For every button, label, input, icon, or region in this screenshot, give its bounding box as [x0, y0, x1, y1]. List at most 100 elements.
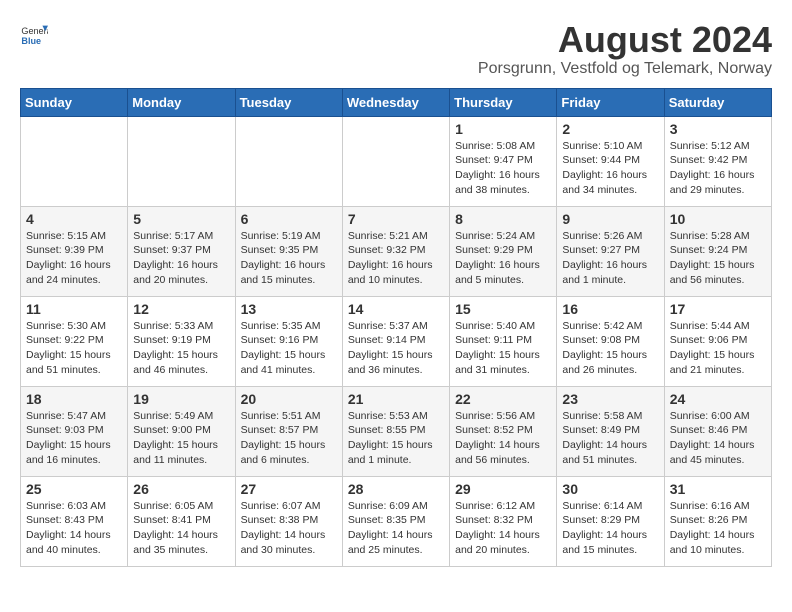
day-info: Sunrise: 5:33 AMSunset: 9:19 PMDaylight:… — [133, 319, 229, 378]
day-info: Sunrise: 5:42 AMSunset: 9:08 PMDaylight:… — [562, 319, 658, 378]
calendar-cell: 4 Sunrise: 5:15 AMSunset: 9:39 PMDaylight… — [21, 206, 128, 296]
header-row: Sunday Monday Tuesday Wednesday Thursday… — [21, 88, 772, 116]
day-number: 30 — [562, 481, 658, 497]
day-info: Sunrise: 6:14 AMSunset: 8:29 PMDaylight:… — [562, 499, 658, 558]
header-saturday: Saturday — [664, 88, 771, 116]
calendar-cell: 8 Sunrise: 5:24 AMSunset: 9:29 PMDaylight… — [450, 206, 557, 296]
calendar-cell: 29 Sunrise: 6:12 AMSunset: 8:32 PMDayligh… — [450, 476, 557, 566]
calendar-cell: 16 Sunrise: 5:42 AMSunset: 9:08 PMDayligh… — [557, 296, 664, 386]
day-number: 1 — [455, 121, 551, 137]
header-sunday: Sunday — [21, 88, 128, 116]
calendar-cell: 28 Sunrise: 6:09 AMSunset: 8:35 PMDayligh… — [342, 476, 449, 566]
day-number: 16 — [562, 301, 658, 317]
calendar-cell: 17Sunrise: 5:44 AMSunset: 9:06 PMDayligh… — [664, 296, 771, 386]
day-info: Sunrise: 5:53 AMSunset: 8:55 PMDaylight:… — [348, 409, 444, 468]
day-number: 24 — [670, 391, 766, 407]
calendar-cell: 7Sunrise: 5:21 AMSunset: 9:32 PMDaylight… — [342, 206, 449, 296]
calendar-week-2: 4 Sunrise: 5:15 AMSunset: 9:39 PMDaylight… — [21, 206, 772, 296]
calendar-title: August 2024 — [478, 20, 772, 60]
calendar-cell: 13Sunrise: 5:35 AMSunset: 9:16 PMDayligh… — [235, 296, 342, 386]
day-number: 11 — [26, 301, 122, 317]
calendar-cell: 15 Sunrise: 5:40 AMSunset: 9:11 PMDayligh… — [450, 296, 557, 386]
calendar-cell — [128, 116, 235, 206]
calendar-week-4: 18Sunrise: 5:47 AMSunset: 9:03 PMDayligh… — [21, 386, 772, 476]
day-number: 17 — [670, 301, 766, 317]
header: General Blue August 2024 Porsgrunn, Vest… — [20, 20, 772, 78]
day-number: 22 — [455, 391, 551, 407]
day-info: Sunrise: 5:21 AMSunset: 9:32 PMDaylight:… — [348, 229, 444, 288]
day-info: Sunrise: 5:40 AMSunset: 9:11 PMDaylight:… — [455, 319, 551, 378]
day-info: Sunrise: 5:30 AMSunset: 9:22 PMDaylight:… — [26, 319, 122, 378]
day-info: Sunrise: 6:05 AMSunset: 8:41 PMDaylight:… — [133, 499, 229, 558]
calendar-cell: 3 Sunrise: 5:12 AMSunset: 9:42 PMDaylight… — [664, 116, 771, 206]
day-number: 21 — [348, 391, 444, 407]
header-thursday: Thursday — [450, 88, 557, 116]
day-number: 29 — [455, 481, 551, 497]
day-info: Sunrise: 5:47 AMSunset: 9:03 PMDaylight:… — [26, 409, 122, 468]
day-number: 28 — [348, 481, 444, 497]
calendar-cell: 19 Sunrise: 5:49 AMSunset: 9:00 PMDayligh… — [128, 386, 235, 476]
day-info: Sunrise: 5:28 AMSunset: 9:24 PMDaylight:… — [670, 229, 766, 288]
day-info: Sunrise: 5:10 AMSunset: 9:44 PMDaylight:… — [562, 139, 658, 198]
calendar-cell: 5 Sunrise: 5:17 AMSunset: 9:37 PMDaylight… — [128, 206, 235, 296]
day-info: Sunrise: 5:49 AMSunset: 9:00 PMDaylight:… — [133, 409, 229, 468]
calendar-cell — [342, 116, 449, 206]
day-info: Sunrise: 5:08 AMSunset: 9:47 PMDaylight:… — [455, 139, 551, 198]
day-info: Sunrise: 6:00 AMSunset: 8:46 PMDaylight:… — [670, 409, 766, 468]
calendar-cell: 25 Sunrise: 6:03 AMSunset: 8:43 PMDayligh… — [21, 476, 128, 566]
day-number: 9 — [562, 211, 658, 227]
calendar-cell: 26 Sunrise: 6:05 AMSunset: 8:41 PMDayligh… — [128, 476, 235, 566]
calendar-cell: 14 Sunrise: 5:37 AMSunset: 9:14 PMDayligh… — [342, 296, 449, 386]
day-info: Sunrise: 5:17 AMSunset: 9:37 PMDaylight:… — [133, 229, 229, 288]
day-number: 26 — [133, 481, 229, 497]
day-number: 20 — [241, 391, 337, 407]
day-info: Sunrise: 6:03 AMSunset: 8:43 PMDaylight:… — [26, 499, 122, 558]
day-info: Sunrise: 5:56 AMSunset: 8:52 PMDaylight:… — [455, 409, 551, 468]
day-number: 10 — [670, 211, 766, 227]
calendar-cell: 6Sunrise: 5:19 AMSunset: 9:35 PMDaylight… — [235, 206, 342, 296]
day-number: 8 — [455, 211, 551, 227]
calendar-cell — [21, 116, 128, 206]
calendar-cell: 20 Sunrise: 5:51 AMSunset: 8:57 PMDayligh… — [235, 386, 342, 476]
day-info: Sunrise: 5:24 AMSunset: 9:29 PMDaylight:… — [455, 229, 551, 288]
day-info: Sunrise: 5:26 AMSunset: 9:27 PMDaylight:… — [562, 229, 658, 288]
calendar-cell: 9 Sunrise: 5:26 AMSunset: 9:27 PMDaylight… — [557, 206, 664, 296]
calendar-cell: 30 Sunrise: 6:14 AMSunset: 8:29 PMDayligh… — [557, 476, 664, 566]
calendar-cell: 12 Sunrise: 5:33 AMSunset: 9:19 PMDayligh… — [128, 296, 235, 386]
logo: General Blue — [20, 20, 48, 48]
day-number: 12 — [133, 301, 229, 317]
day-info: Sunrise: 5:19 AMSunset: 9:35 PMDaylight:… — [241, 229, 337, 288]
day-info: Sunrise: 5:51 AMSunset: 8:57 PMDaylight:… — [241, 409, 337, 468]
day-info: Sunrise: 5:12 AMSunset: 9:42 PMDaylight:… — [670, 139, 766, 198]
day-number: 25 — [26, 481, 122, 497]
day-number: 3 — [670, 121, 766, 137]
day-number: 2 — [562, 121, 658, 137]
day-info: Sunrise: 6:07 AMSunset: 8:38 PMDaylight:… — [241, 499, 337, 558]
calendar-week-5: 25 Sunrise: 6:03 AMSunset: 8:43 PMDayligh… — [21, 476, 772, 566]
calendar-cell: 31 Sunrise: 6:16 AMSunset: 8:26 PMDayligh… — [664, 476, 771, 566]
day-info: Sunrise: 6:09 AMSunset: 8:35 PMDaylight:… — [348, 499, 444, 558]
day-number: 14 — [348, 301, 444, 317]
day-number: 27 — [241, 481, 337, 497]
header-tuesday: Tuesday — [235, 88, 342, 116]
day-info: Sunrise: 5:37 AMSunset: 9:14 PMDaylight:… — [348, 319, 444, 378]
day-number: 23 — [562, 391, 658, 407]
day-number: 4 — [26, 211, 122, 227]
calendar-cell: 11 Sunrise: 5:30 AMSunset: 9:22 PMDayligh… — [21, 296, 128, 386]
day-number: 15 — [455, 301, 551, 317]
calendar-cell: 2 Sunrise: 5:10 AMSunset: 9:44 PMDaylight… — [557, 116, 664, 206]
header-monday: Monday — [128, 88, 235, 116]
day-info: Sunrise: 5:35 AMSunset: 9:16 PMDaylight:… — [241, 319, 337, 378]
calendar-cell — [235, 116, 342, 206]
day-number: 31 — [670, 481, 766, 497]
day-number: 5 — [133, 211, 229, 227]
header-friday: Friday — [557, 88, 664, 116]
day-info: Sunrise: 6:12 AMSunset: 8:32 PMDaylight:… — [455, 499, 551, 558]
day-number: 19 — [133, 391, 229, 407]
calendar-week-3: 11 Sunrise: 5:30 AMSunset: 9:22 PMDayligh… — [21, 296, 772, 386]
calendar-cell: 10 Sunrise: 5:28 AMSunset: 9:24 PMDayligh… — [664, 206, 771, 296]
day-info: Sunrise: 5:15 AMSunset: 9:39 PMDaylight:… — [26, 229, 122, 288]
day-info: Sunrise: 6:16 AMSunset: 8:26 PMDaylight:… — [670, 499, 766, 558]
calendar-cell: 23Sunrise: 5:58 AMSunset: 8:49 PMDayligh… — [557, 386, 664, 476]
calendar-cell: 18Sunrise: 5:47 AMSunset: 9:03 PMDayligh… — [21, 386, 128, 476]
